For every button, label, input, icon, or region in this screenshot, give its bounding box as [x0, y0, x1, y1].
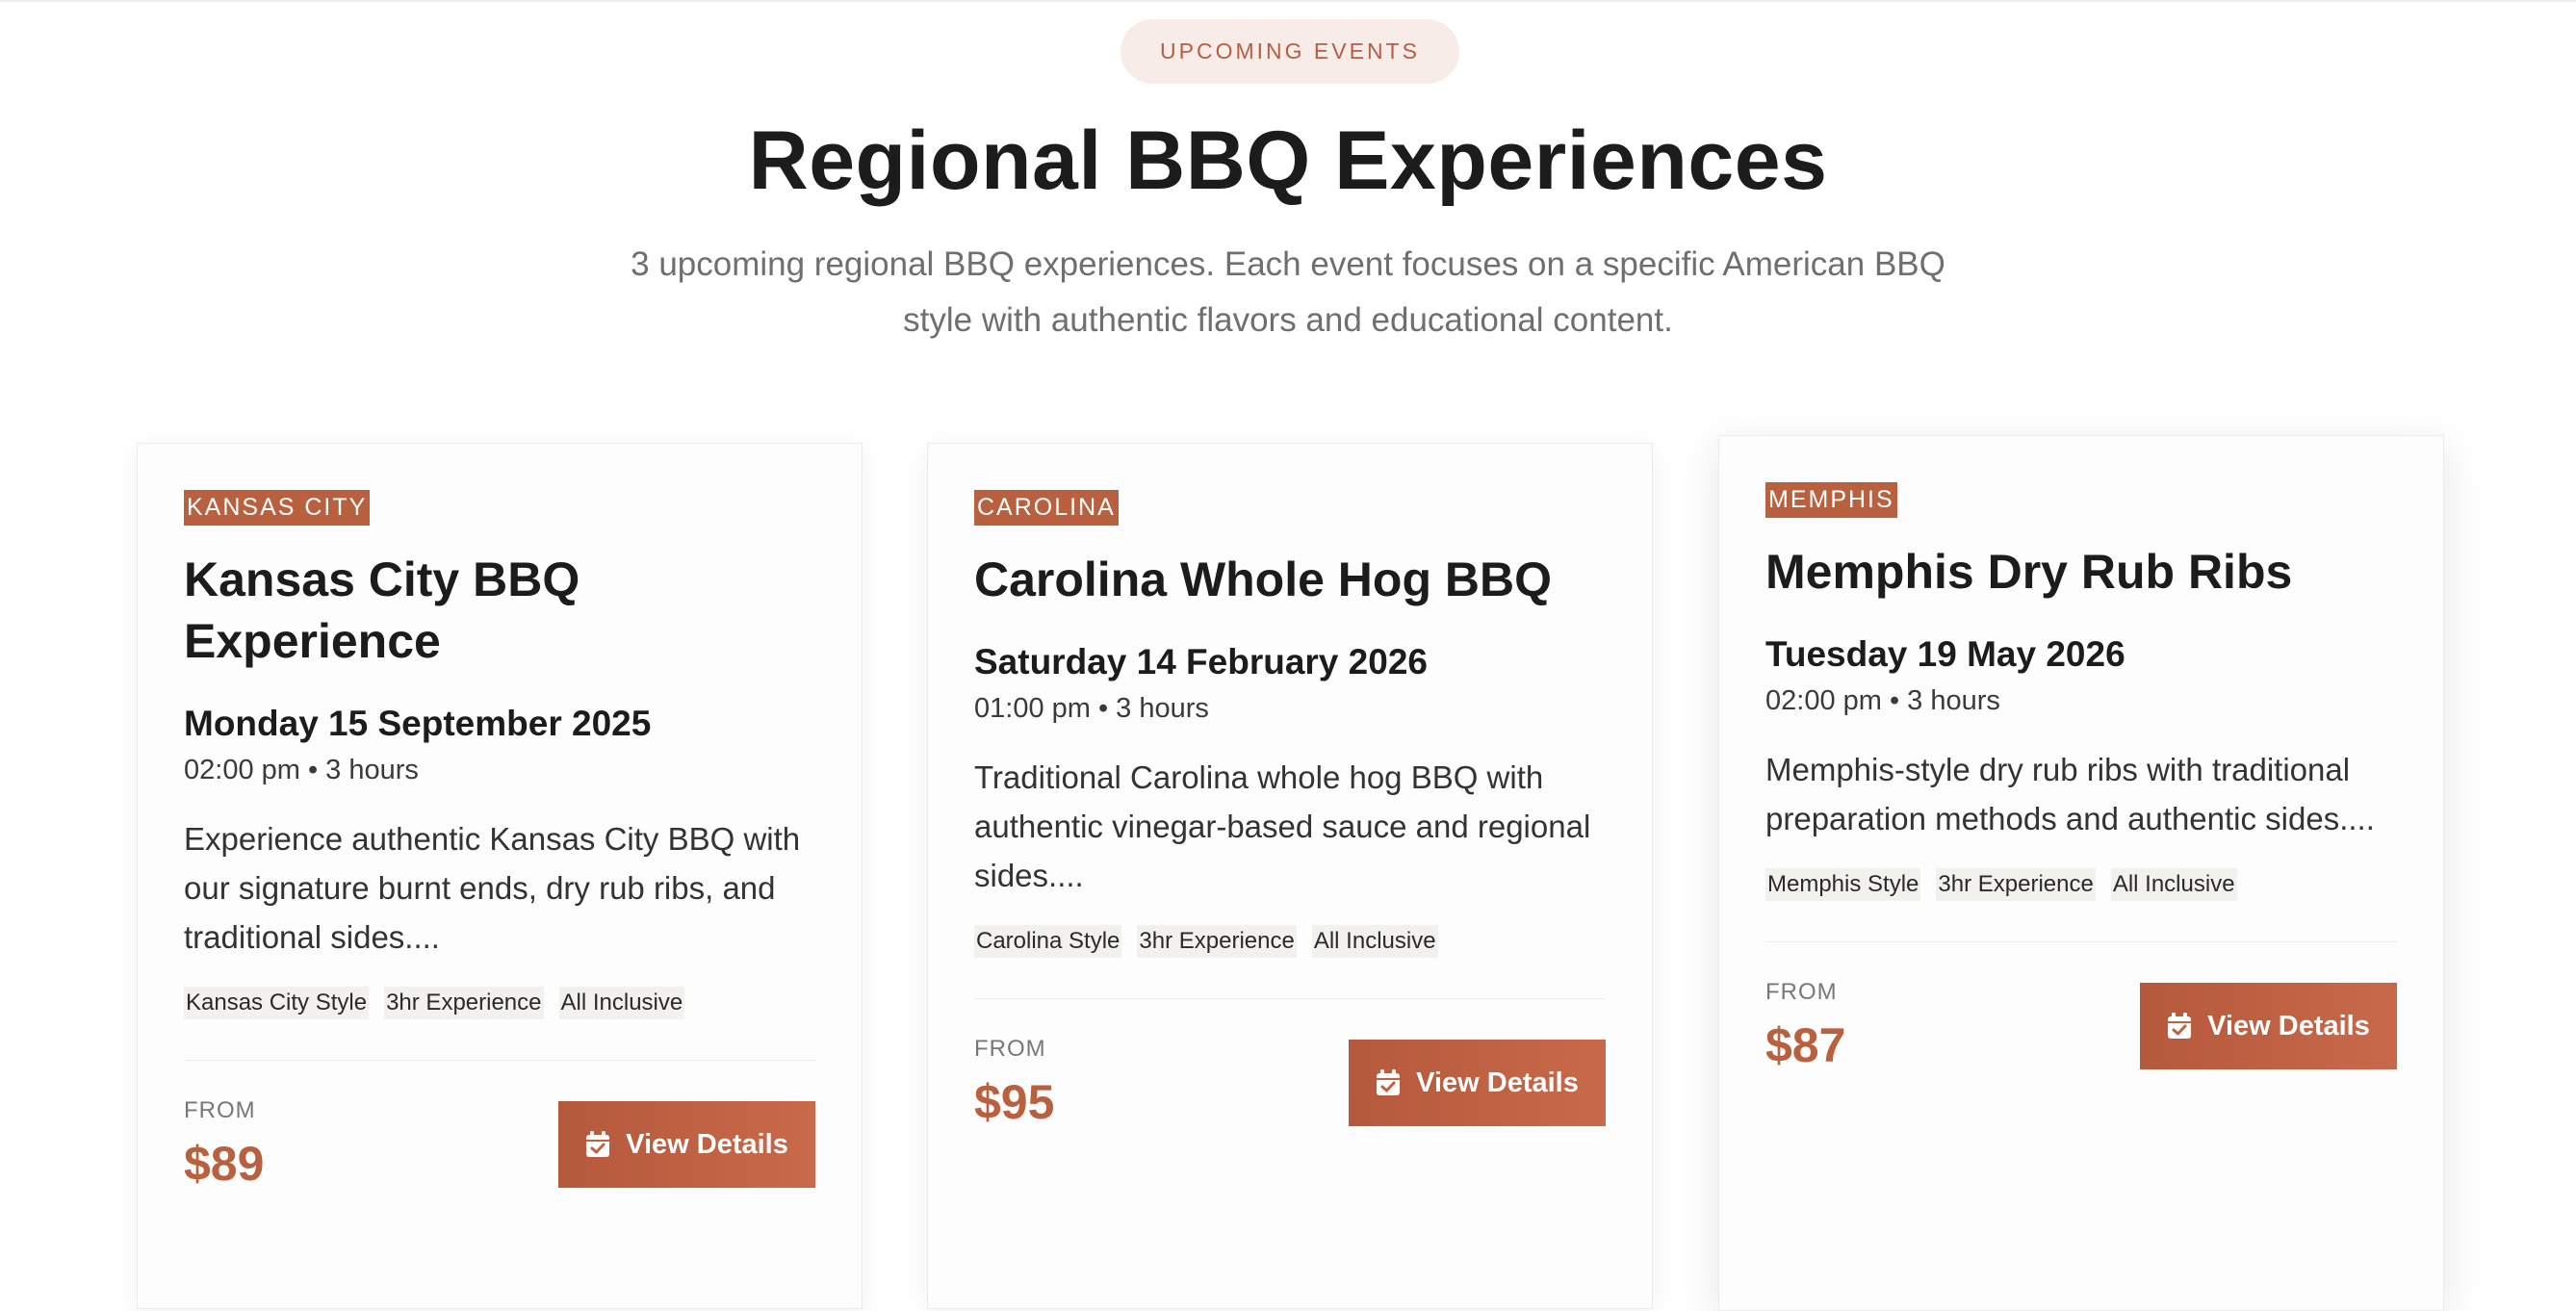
from-label: FROM: [974, 1036, 1046, 1062]
calendar-check-icon: [1377, 1069, 1401, 1095]
page-title: Regional BBQ Experiences: [748, 115, 1828, 207]
page-subtitle: 3 upcoming regional BBQ experiences. Eac…: [631, 245, 1945, 339]
tag-duration: 3hr Experience: [1936, 868, 2096, 901]
event-description: Memphis-style dry rub ribs with traditio…: [1765, 752, 2375, 836]
tag-inclusive: All Inclusive: [2110, 868, 2237, 901]
top-border: [0, 0, 2576, 3]
tag-duration: 3hr Experience: [384, 987, 544, 1019]
event-description: Experience authentic Kansas City BBQ wit…: [184, 821, 801, 955]
event-date: Saturday 14 February 2026: [974, 642, 1428, 681]
event-time: 02:00 pm • 3 hours: [1765, 685, 2000, 716]
tag-style: Memphis Style: [1765, 868, 1921, 901]
from-label: FROM: [1765, 979, 1838, 1005]
card-footer: FROM $87 View Details: [1765, 942, 2397, 1096]
upcoming-events-badge: UPCOMING EVENTS: [1121, 19, 1459, 84]
tag-style: Carolina Style: [974, 925, 1122, 958]
tag-style: Kansas City Style: [184, 987, 370, 1019]
from-label: FROM: [184, 1097, 256, 1123]
calendar-check-icon: [2168, 1013, 2192, 1039]
view-details-button[interactable]: View Details: [558, 1101, 815, 1188]
card-footer: FROM $95 View Details: [974, 999, 1606, 1153]
event-time: 02:00 pm • 3 hours: [184, 755, 419, 785]
event-price: $89: [184, 1137, 265, 1191]
region-badge: KANSAS CITY: [184, 490, 371, 526]
event-tags: Kansas City Style 3hr Experience All Inc…: [184, 987, 815, 1019]
event-tags: Memphis Style 3hr Experience All Inclusi…: [1765, 868, 2397, 901]
event-card-carolina: CAROLINA Carolina Whole Hog BBQ Saturday…: [927, 443, 1653, 1309]
event-time: 01:00 pm • 3 hours: [974, 693, 1209, 724]
view-details-button[interactable]: View Details: [1349, 1040, 1606, 1126]
event-title: Memphis Dry Rub Ribs: [1765, 545, 2293, 599]
tag-duration: 3hr Experience: [1137, 925, 1297, 958]
event-date: Monday 15 September 2025: [184, 704, 652, 743]
event-description: Traditional Carolina whole hog BBQ with …: [974, 759, 1591, 893]
calendar-check-icon: [586, 1131, 610, 1157]
event-title: Kansas City BBQ Experience: [184, 553, 580, 668]
event-card-memphis: MEMPHIS Memphis Dry Rub Ribs Tuesday 19 …: [1718, 435, 2444, 1311]
event-price: $87: [1765, 1018, 1846, 1072]
event-card-kansas-city: KANSAS CITY Kansas City BBQ Experience M…: [137, 443, 863, 1309]
event-tags: Carolina Style 3hr Experience All Inclus…: [974, 925, 1606, 958]
card-footer: FROM $89 View Details: [184, 1061, 815, 1215]
tag-inclusive: All Inclusive: [558, 987, 685, 1019]
tag-inclusive: All Inclusive: [1311, 925, 1438, 958]
event-date: Tuesday 19 May 2026: [1765, 634, 2125, 674]
button-label: View Details: [1416, 1067, 1579, 1098]
view-details-button[interactable]: View Details: [2140, 983, 2397, 1069]
region-badge: CAROLINA: [974, 490, 1119, 526]
event-title: Carolina Whole Hog BBQ: [974, 553, 1552, 606]
button-label: View Details: [2207, 1010, 2370, 1041]
button-label: View Details: [626, 1128, 788, 1160]
event-price: $95: [974, 1075, 1055, 1129]
region-badge: MEMPHIS: [1765, 482, 1897, 518]
